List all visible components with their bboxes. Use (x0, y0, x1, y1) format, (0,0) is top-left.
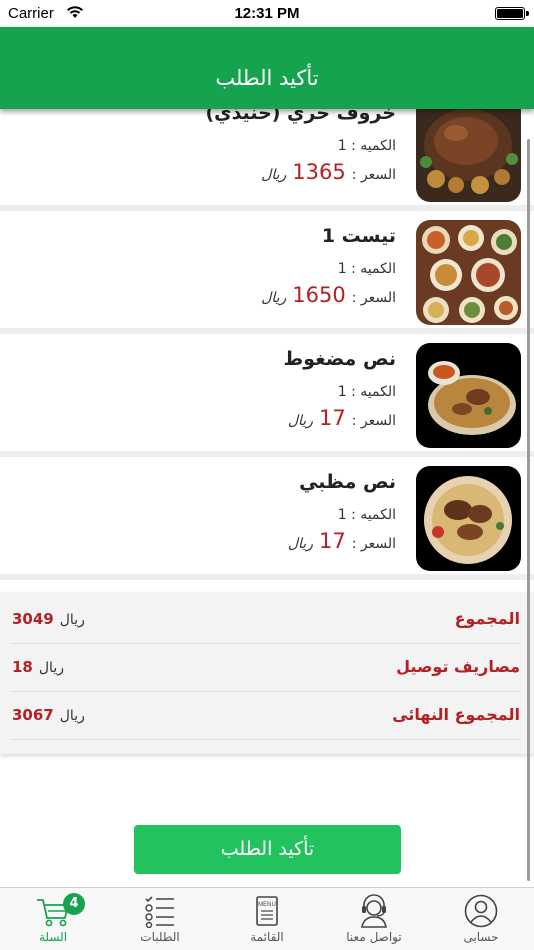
item-name: خروف حري (حنيذي) (205, 109, 396, 124)
tab-label: الطلبات (140, 930, 180, 944)
tab-account[interactable]: حسابى (428, 888, 534, 950)
delivery-currency: ريال (38, 660, 64, 676)
item-name: نص مضغوط (283, 348, 396, 370)
grilled-meat-rice-image (416, 466, 521, 571)
price-label: السعر : (351, 413, 396, 429)
order-content[interactable]: خروف حري (حنيذي) الكميه : 1 السعر : 1365… (0, 109, 534, 887)
final-total-amount: 3067 ريال (12, 706, 85, 724)
currency-label: ريال (287, 536, 313, 552)
price-label: السعر : (351, 536, 396, 552)
price-value: 17 (318, 529, 346, 553)
final-total-currency: ريال (59, 708, 85, 724)
delivery-row: مصاريف توصيل 18 ريال (12, 644, 520, 692)
currency-label: ريال (287, 413, 313, 429)
order-item[interactable]: تيست 1 الكميه : 1 السعر : 1650 ريال (0, 211, 534, 334)
status-time: 12:31 PM (234, 5, 300, 22)
subtotal-currency: ريال (59, 612, 85, 628)
cart-count-badge: 4 (63, 893, 85, 915)
delivery-amount: 18 ريال (12, 658, 64, 676)
order-summary: المجموع 3049 ريال مصاريف توصيل 18 ريال الم… (0, 592, 534, 754)
item-quantity: الكميه : 1 (337, 384, 396, 400)
subtotal-label: المجموع (454, 609, 520, 628)
price-value: 1650 (292, 283, 346, 307)
app-header: تأكيد الطلب (0, 27, 534, 109)
tab-label: تواصل معنا (346, 930, 402, 944)
roast-lamb-image (416, 109, 521, 202)
item-price-row: السعر : 1365 ريال (261, 160, 396, 184)
item-name: نص مظبي (299, 471, 396, 493)
price-label: السعر : (351, 167, 396, 183)
tab-bar: حسابى تواصل معنا MENU القائمة الطلبات 4 … (0, 887, 534, 950)
item-price-row: السعر : 1650 ريال (261, 283, 396, 307)
tab-label: القائمة (250, 930, 284, 944)
scrollbar[interactable] (527, 139, 530, 881)
svg-text:MENU: MENU (258, 902, 276, 908)
currency-label: ريال (261, 290, 287, 306)
confirm-order-button[interactable]: تأكيد الطلب (134, 825, 401, 874)
item-name: تيست 1 (321, 225, 396, 247)
battery-icon (495, 7, 529, 20)
user-avatar-icon (463, 894, 499, 928)
price-value: 17 (318, 406, 346, 430)
final-total-value: 3067 (12, 706, 54, 724)
page-title: تأكيد الطلب (215, 66, 319, 90)
tab-label: حسابى (463, 930, 499, 944)
menu-book-icon: MENU (249, 894, 285, 928)
final-total-label: المجموع النهائى (392, 705, 520, 724)
final-total-row: المجموع النهائى 3067 ريال (12, 692, 520, 740)
order-item[interactable]: خروف حري (حنيذي) الكميه : 1 السعر : 1365… (0, 109, 534, 211)
price-label: السعر : (351, 290, 396, 306)
order-list: خروف حري (حنيذي) الكميه : 1 السعر : 1365… (0, 109, 534, 580)
tab-contact[interactable]: تواصل معنا (321, 888, 427, 950)
price-value: 1365 (292, 160, 346, 184)
order-item[interactable]: نص مضغوط الكميه : 1 السعر : 17 ريال (0, 334, 534, 457)
item-quantity: الكميه : 1 (337, 507, 396, 523)
item-price-row: السعر : 17 ريال (288, 406, 396, 430)
item-price-row: السعر : 17 ريال (288, 529, 396, 553)
headset-support-icon (356, 894, 392, 928)
tab-label: السلة (38, 930, 68, 944)
tab-orders[interactable]: الطلبات (107, 888, 213, 950)
orders-list-icon (142, 894, 178, 929)
delivery-label: مصاريف توصيل (396, 657, 520, 676)
item-quantity: الكميه : 1 (337, 261, 396, 277)
status-bar: Carrier 12:31 PM (0, 0, 534, 27)
subtotal-row: المجموع 3049 ريال (12, 596, 520, 644)
tab-menu[interactable]: MENU القائمة (214, 888, 320, 950)
subtotal-value: 3049 (12, 610, 54, 628)
tab-cart[interactable]: 4 السلة (0, 888, 106, 950)
food-platter-image (416, 220, 521, 325)
delivery-value: 18 (12, 658, 33, 676)
item-quantity: الكميه : 1 (337, 138, 396, 154)
rice-dish-image (416, 343, 521, 448)
order-item[interactable]: نص مظبي الكميه : 1 السعر : 17 ريال (0, 457, 534, 580)
currency-label: ريال (261, 167, 287, 183)
subtotal-amount: 3049 ريال (12, 610, 85, 628)
